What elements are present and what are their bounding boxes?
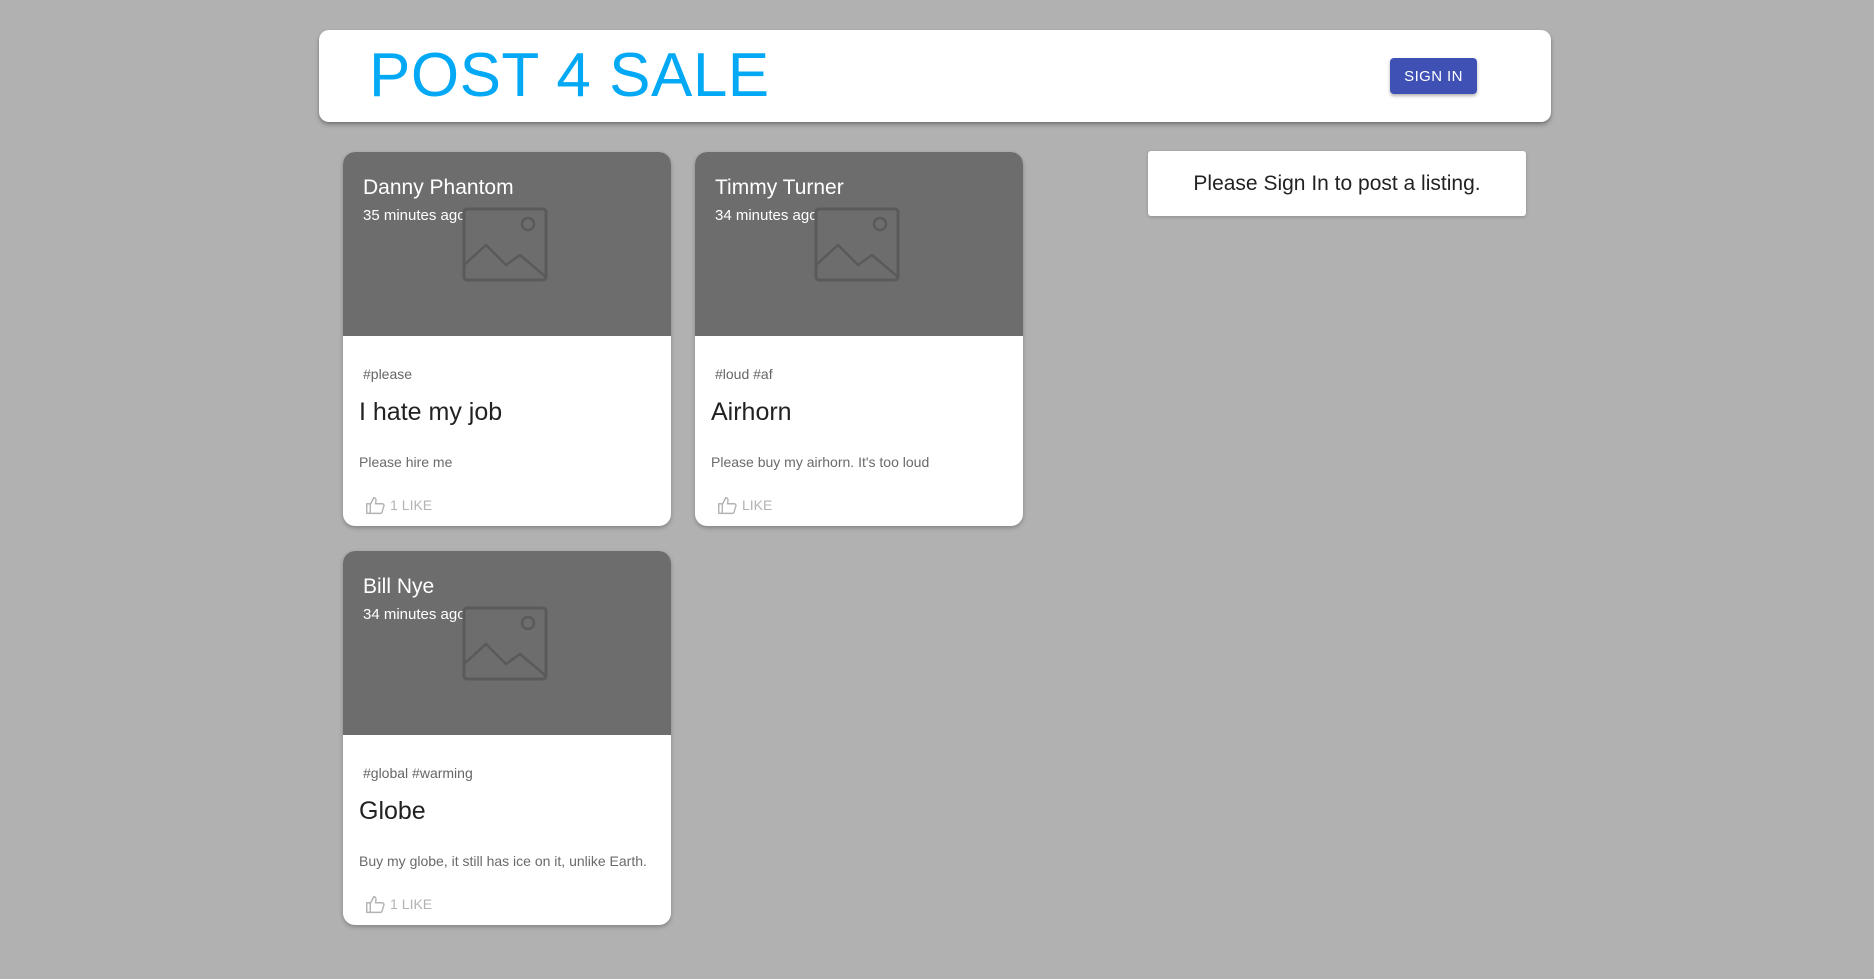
image-placeholder-icon bbox=[462, 207, 548, 282]
card-timestamp: 34 minutes ago bbox=[715, 207, 818, 224]
like-button[interactable]: 1 LIKE bbox=[361, 891, 436, 917]
like-button[interactable]: 1 LIKE bbox=[361, 492, 436, 518]
image-placeholder-icon bbox=[814, 207, 900, 282]
like-button[interactable]: LIKE bbox=[713, 492, 776, 518]
like-label: LIKE bbox=[401, 896, 433, 912]
card-title: I hate my job bbox=[359, 398, 503, 426]
card-title: Globe bbox=[359, 797, 426, 825]
card-author: Timmy Turner bbox=[715, 176, 844, 199]
app-header: POST 4 SALE SIGN IN bbox=[319, 30, 1551, 122]
image-placeholder-icon bbox=[462, 606, 548, 681]
card-description: Please buy my airhorn. It's too loud bbox=[711, 454, 930, 470]
card-media: Timmy Turner 34 minutes ago bbox=[695, 152, 1023, 336]
thumb-up-icon bbox=[366, 895, 385, 913]
like-count: 1 bbox=[390, 896, 398, 912]
card-timestamp: 35 minutes ago bbox=[363, 207, 466, 224]
card-media: Danny Phantom 35 minutes ago bbox=[343, 152, 671, 336]
card-description: Buy my globe, it still has ice on it, un… bbox=[359, 853, 647, 869]
listing-card[interactable]: Danny Phantom 35 minutes ago #please I h… bbox=[343, 152, 671, 526]
thumb-up-icon bbox=[366, 496, 385, 514]
card-tags: #loud #af bbox=[715, 366, 773, 382]
listing-card[interactable]: Timmy Turner 34 minutes ago #loud #af Ai… bbox=[695, 152, 1023, 526]
site-title: POST 4 SALE bbox=[369, 41, 770, 110]
card-description: Please hire me bbox=[359, 454, 453, 470]
sign-in-button[interactable]: SIGN IN bbox=[1390, 58, 1477, 94]
card-media: Bill Nye 34 minutes ago bbox=[343, 551, 671, 735]
card-author: Danny Phantom bbox=[363, 176, 514, 199]
card-author: Bill Nye bbox=[363, 575, 435, 598]
like-label: LIKE bbox=[401, 497, 433, 513]
sign-in-notice: Please Sign In to post a listing. bbox=[1148, 151, 1526, 216]
card-tags: #global #warming bbox=[363, 765, 473, 781]
listing-card[interactable]: Bill Nye 34 minutes ago #global #warming… bbox=[343, 551, 671, 925]
card-timestamp: 34 minutes ago bbox=[363, 606, 466, 623]
thumb-up-icon bbox=[718, 496, 737, 514]
card-tags: #please bbox=[363, 366, 413, 382]
card-title: Airhorn bbox=[711, 398, 792, 426]
like-label: LIKE bbox=[742, 497, 773, 513]
like-count: 1 bbox=[390, 497, 398, 513]
